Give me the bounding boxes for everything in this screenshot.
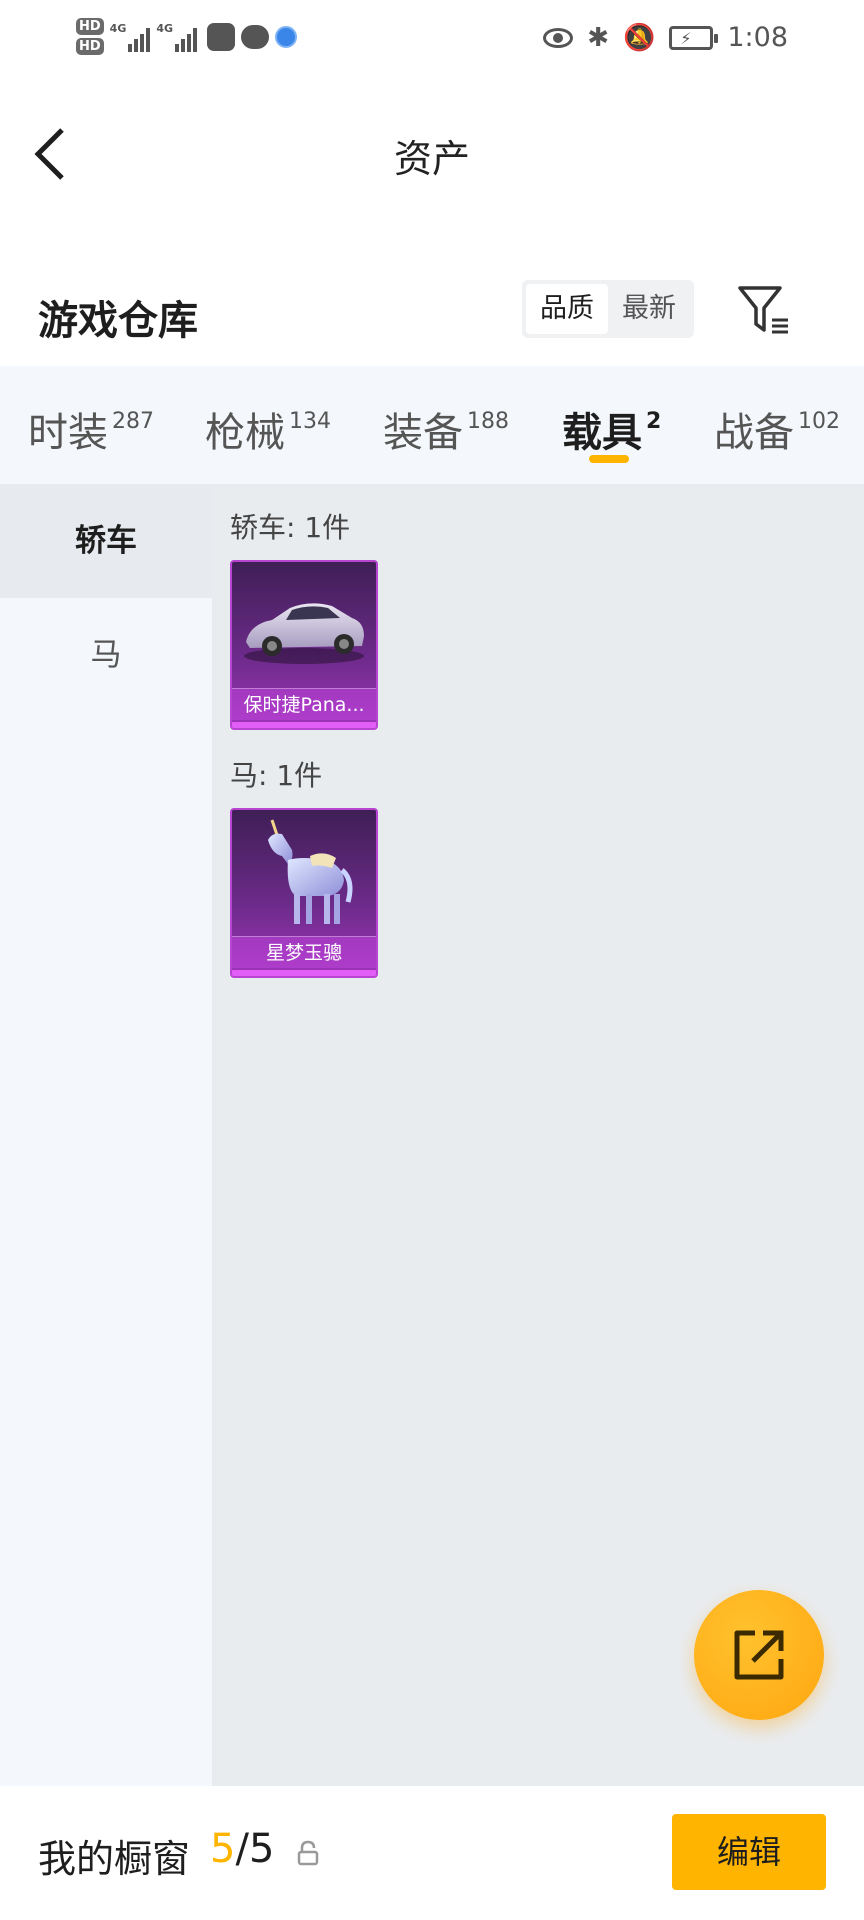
sidebar-item-sedan[interactable]: 轿车	[0, 484, 212, 598]
share-button[interactable]	[694, 1590, 824, 1720]
sort-option-newest[interactable]: 最新	[608, 284, 690, 334]
tab-firearms[interactable]: 枪械 134	[205, 400, 331, 458]
sidebar-item-horse[interactable]: 马	[0, 598, 212, 712]
signal-sim1-icon: 4G	[110, 22, 151, 52]
warehouse-title: 游戏仓库	[38, 298, 198, 344]
active-tab-indicator	[589, 455, 629, 463]
filter-button[interactable]	[736, 284, 792, 336]
item-card-porsche[interactable]: 保时捷Pana...	[230, 560, 378, 730]
edit-button[interactable]: 编辑	[672, 1814, 826, 1890]
group-title-sedan: 轿车: 1件	[230, 511, 351, 544]
eye-icon	[543, 27, 574, 48]
shopping-bag-icon	[207, 22, 236, 51]
sort-option-quality[interactable]: 品质	[526, 284, 608, 334]
filter-icon	[738, 286, 788, 334]
signal-sim2-icon: 4G	[156, 22, 198, 52]
unicorn-image	[268, 819, 353, 924]
subcategory-sidebar: 轿车 马	[0, 484, 212, 1786]
showcase-count: 5/5	[210, 1826, 274, 1872]
tab-label: 战备	[714, 410, 794, 456]
category-tabs: 时装 287 枪械 134 装备 188 载具 2 战备 102	[0, 366, 864, 484]
status-time: 1:08	[727, 22, 788, 53]
status-bar: HD HD 4G 4G ✱ 🔕 ⚡ 1:08	[0, 0, 864, 90]
tab-count: 134	[289, 409, 331, 434]
showcase-current: 5	[210, 1826, 236, 1872]
car-image	[244, 603, 364, 664]
item-name: 星梦玉骢	[232, 936, 376, 968]
page-title: 资产	[393, 137, 470, 181]
item-name: 保时捷Pana...	[232, 688, 376, 720]
lock-icon	[297, 1840, 319, 1866]
status-bar-left: HD HD 4G 4G	[76, 18, 298, 55]
chat-bubble-icon	[241, 24, 270, 49]
group-title-horse: 马: 1件	[230, 759, 323, 792]
sort-toggle: 品质 最新	[522, 280, 694, 338]
app-header: 资产	[0, 100, 864, 210]
mute-bell-icon: 🔕	[622, 22, 656, 53]
tab-vehicles[interactable]: 载具 2	[562, 400, 661, 458]
tab-count: 102	[798, 409, 840, 434]
browser-icon	[275, 25, 298, 48]
hd-indicator-1: HD	[76, 18, 104, 35]
showcase-label: 我的橱窗	[38, 1837, 191, 1881]
status-bar-right: ✱ 🔕 ⚡ 1:08	[543, 22, 788, 53]
hd-indicator-2: HD	[76, 38, 104, 55]
share-external-icon	[734, 1630, 784, 1680]
battery-charging-icon: ⚡	[669, 25, 719, 50]
bluetooth-icon: ✱	[587, 22, 609, 53]
tab-count: 287	[112, 409, 154, 434]
tab-label: 装备	[383, 410, 463, 456]
tab-equipment[interactable]: 装备 188	[383, 400, 509, 458]
showcase-bar: 我的橱窗 5/5 编辑	[0, 1786, 864, 1920]
tab-count: 188	[467, 409, 509, 434]
showcase-total: 5	[248, 1826, 275, 1872]
tab-label: 时装	[28, 410, 108, 456]
tab-fashion[interactable]: 时装 287	[28, 400, 154, 458]
hd-indicators: HD HD	[76, 18, 104, 55]
tab-label: 枪械	[205, 410, 285, 456]
tab-count: 2	[646, 409, 662, 434]
tab-combat-gear[interactable]: 战备 102	[714, 400, 840, 458]
item-card-starry-horse[interactable]: 星梦玉骢	[230, 808, 378, 978]
showcase-separator: /	[235, 1826, 249, 1872]
tab-label: 载具	[562, 410, 642, 456]
